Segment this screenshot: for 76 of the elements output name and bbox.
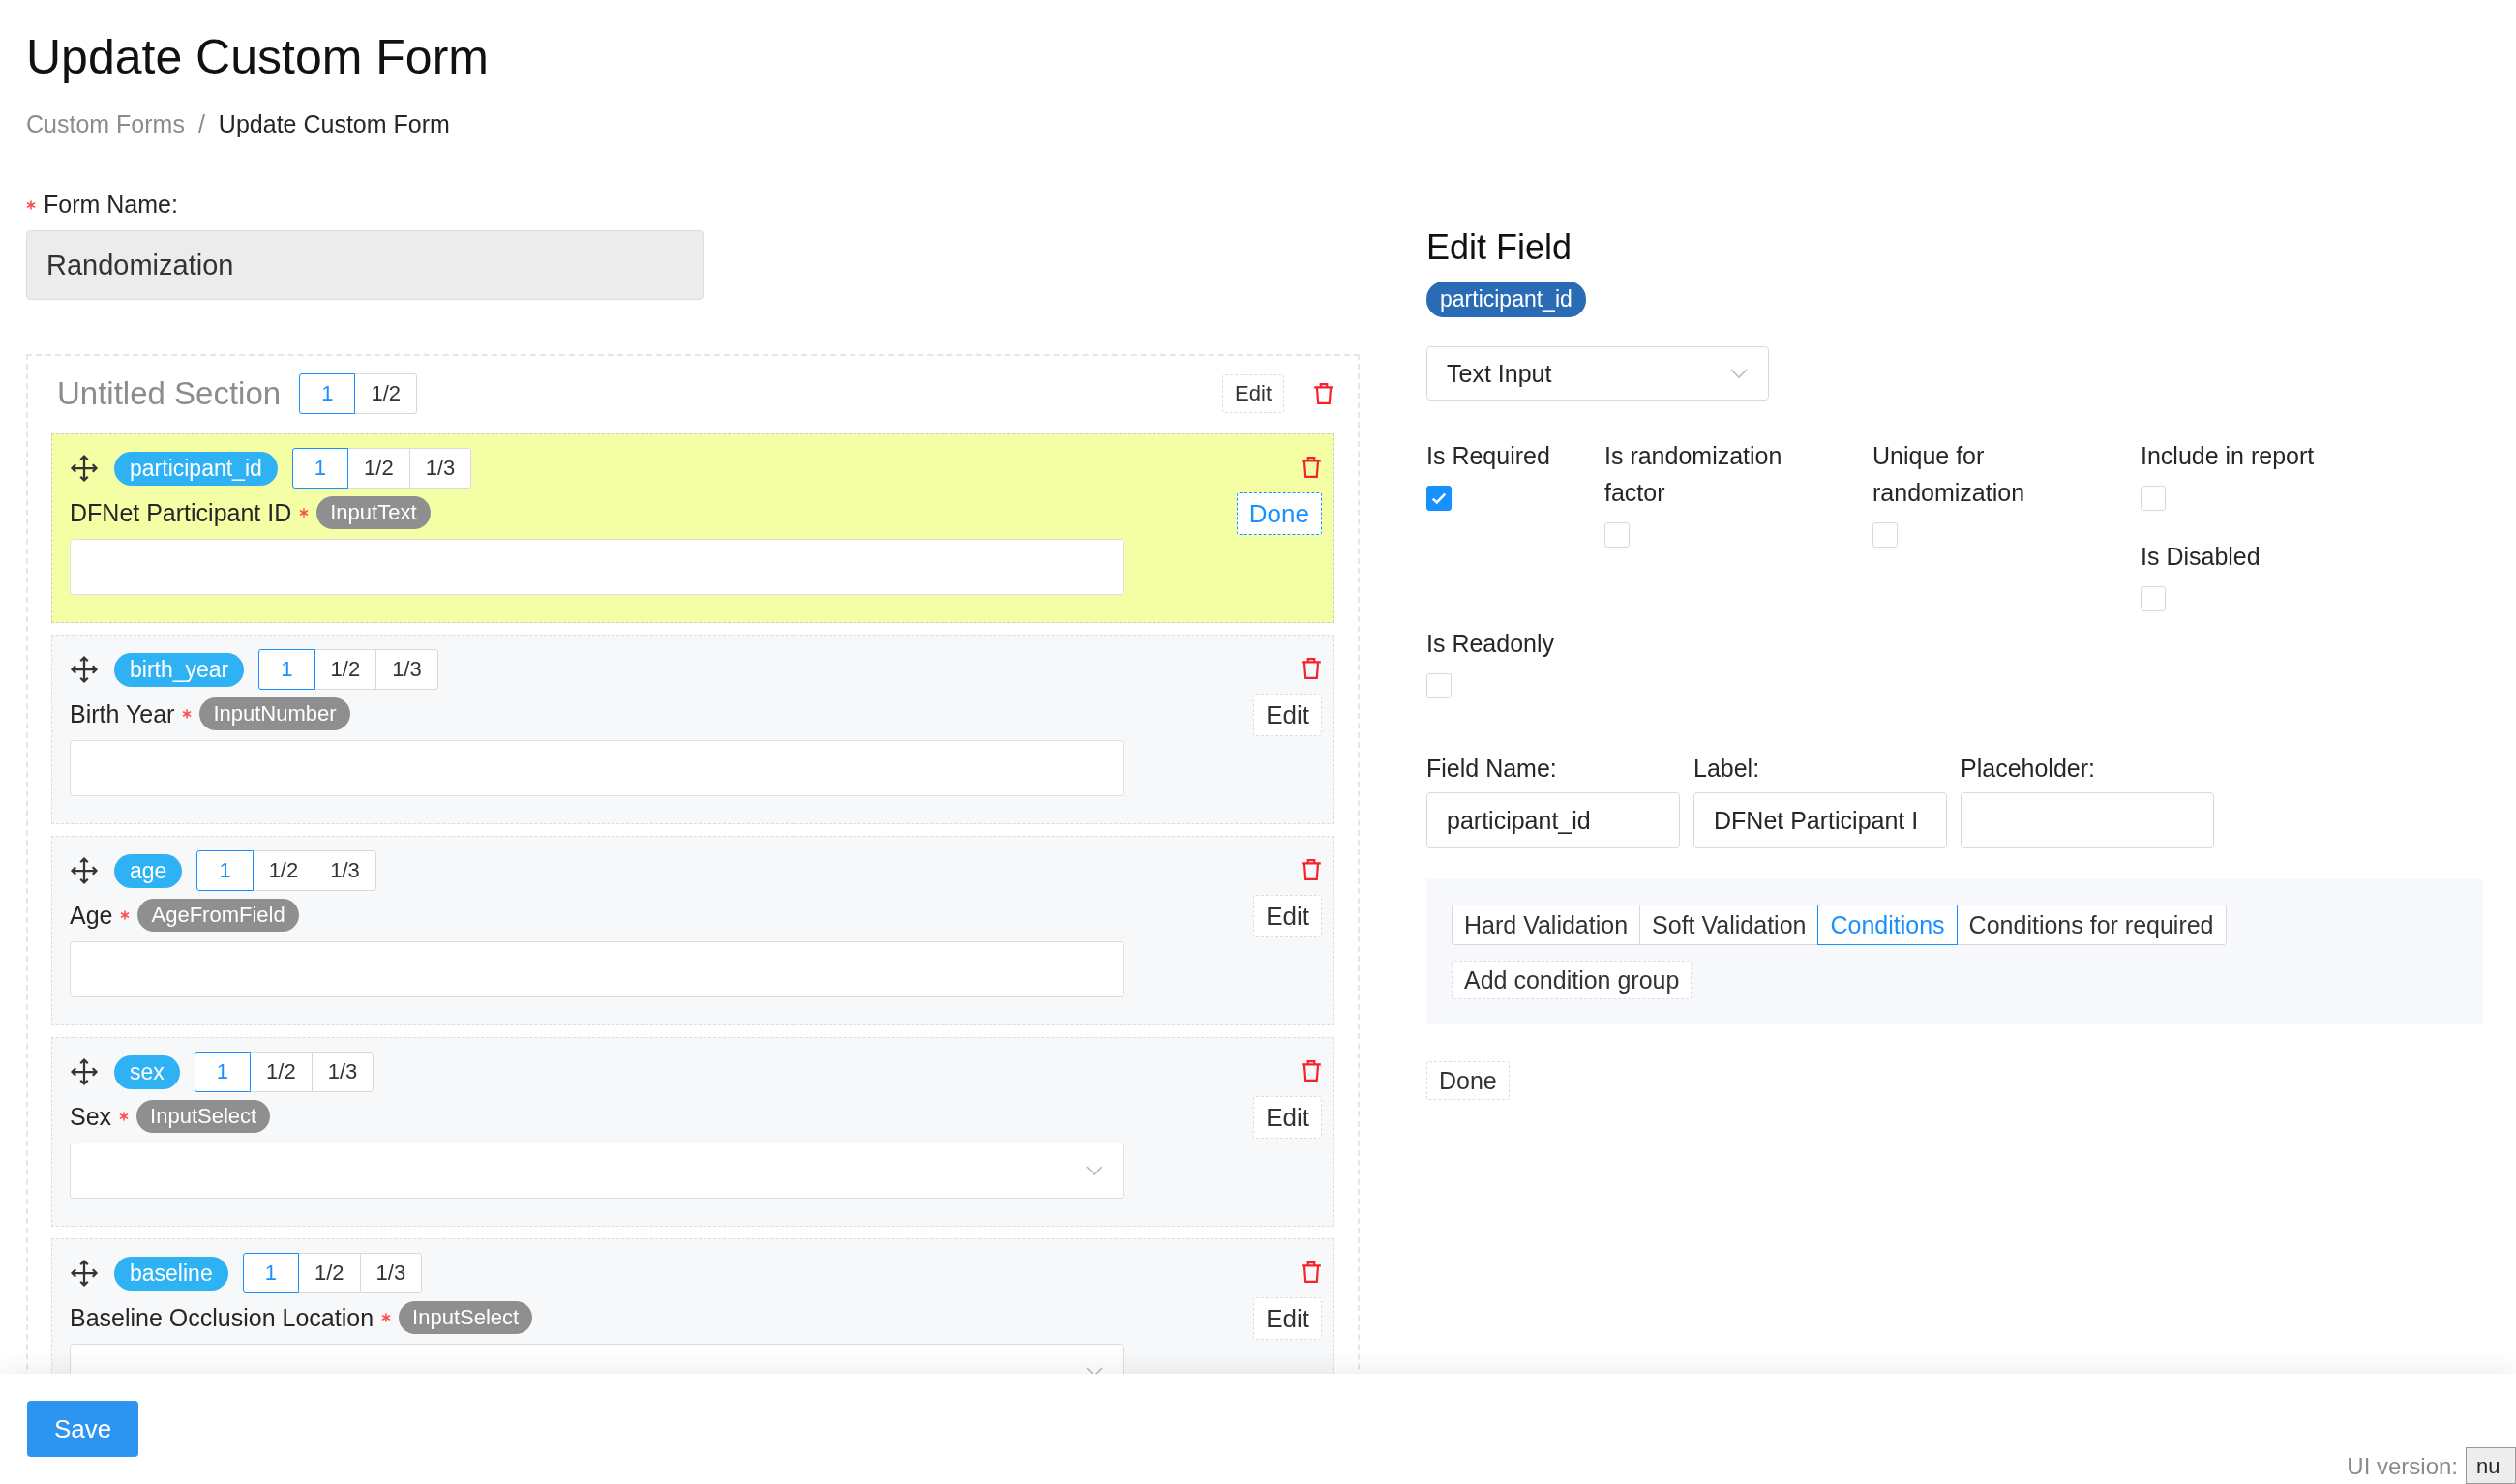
trash-icon[interactable]	[1301, 1261, 1322, 1284]
edit-button[interactable]: Edit	[1253, 1096, 1322, 1139]
move-icon[interactable]	[70, 856, 99, 885]
width-option[interactable]: 1/2	[347, 448, 410, 489]
edit-button[interactable]: Edit	[1253, 694, 1322, 736]
width-option[interactable]: 1/2	[297, 1253, 361, 1293]
add-condition-group-button[interactable]: Add condition group	[1452, 961, 1692, 999]
edit-button[interactable]: Edit	[1222, 374, 1284, 413]
field-label: Sex	[70, 1102, 112, 1131]
checkbox[interactable]	[1426, 486, 1452, 511]
input-label: Field Name:	[1426, 755, 1558, 783]
move-icon[interactable]	[70, 1057, 99, 1086]
input-field[interactable]: DFNet Participant I	[1693, 792, 1947, 848]
move-icon[interactable]	[70, 655, 99, 684]
tab[interactable]: Conditions for required	[1956, 905, 2227, 945]
width-option[interactable]: 1/3	[314, 850, 376, 891]
option-label: Is Readonly	[1426, 629, 1556, 659]
field-name-tag: participant_id	[114, 451, 278, 486]
field-name-tag: participant_id	[1426, 282, 1586, 317]
input-label: Label:	[1693, 755, 1761, 783]
option-label: Is randomization factor	[1604, 441, 1783, 508]
field-name-tag: age	[114, 853, 183, 888]
width-option[interactable]: 1/3	[359, 1253, 423, 1293]
input-field[interactable]	[70, 539, 1124, 595]
trash-icon[interactable]	[1301, 456, 1322, 479]
section-title: Untitled Section	[57, 375, 282, 412]
option-label: Unique for randomization	[1872, 441, 2026, 508]
panel-title: Edit Field	[1426, 227, 1573, 268]
input-field[interactable]: participant_id	[1426, 792, 1680, 848]
width-option[interactable]: 1/3	[375, 649, 438, 690]
field-type-tag: InputSelect	[136, 1100, 271, 1133]
width-option[interactable]: 1/2	[314, 649, 377, 690]
trash-icon[interactable]	[1301, 1059, 1322, 1083]
width-option[interactable]: 1/2	[354, 373, 417, 414]
field-type-tag: AgeFromField	[137, 899, 299, 932]
field-label: Baseline Occlusion Location	[70, 1303, 374, 1332]
field-label: DFNet Participant ID	[70, 498, 292, 527]
field-name-tag: baseline	[114, 1256, 228, 1291]
input-field[interactable]	[1961, 792, 2214, 848]
page-title: Update Custom Form	[26, 29, 490, 85]
width-option[interactable]: 1/2	[252, 850, 315, 891]
tab[interactable]: Soft Validation	[1639, 905, 1819, 945]
field-label: Age	[70, 901, 113, 930]
trash-icon[interactable]	[1313, 382, 1334, 405]
edit-button[interactable]: Edit	[1253, 1297, 1322, 1340]
input-field[interactable]	[70, 740, 1124, 796]
width-option[interactable]: 1/3	[311, 1052, 374, 1092]
input-label: Placeholder:	[1961, 755, 2096, 783]
chevron-down-icon	[1085, 1165, 1104, 1176]
select-field[interactable]	[70, 1143, 1124, 1199]
breadcrumb-separator: /	[197, 110, 205, 138]
chevron-down-icon	[1729, 368, 1749, 379]
field-type-tag: InputNumber	[199, 697, 350, 730]
input-field[interactable]	[70, 941, 1124, 997]
option-label: Is Disabled	[2141, 542, 2261, 572]
field-label: Birth Year	[70, 699, 175, 728]
type-select[interactable]: Text Input	[1426, 346, 1769, 401]
option-label: Is Required	[1426, 441, 1551, 471]
version-value: nu	[2466, 1447, 2516, 1484]
width-option[interactable]: 1/3	[408, 448, 472, 489]
form-name-input[interactable]: Randomization	[26, 230, 704, 300]
field-name-tag: birth_year	[114, 652, 245, 687]
field-type-tag: InputText	[316, 496, 431, 529]
trash-icon[interactable]	[1301, 657, 1322, 680]
width-option[interactable]: 1/2	[250, 1052, 313, 1092]
field-name-tag: sex	[114, 1054, 180, 1089]
field-type-tag: InputSelect	[399, 1301, 533, 1334]
edit-button[interactable]: Edit	[1253, 895, 1322, 937]
version-label: UI version:	[2347, 1453, 2458, 1480]
move-icon[interactable]	[70, 454, 99, 483]
trash-icon[interactable]	[1301, 858, 1322, 881]
move-icon[interactable]	[70, 1259, 99, 1288]
done-button[interactable]: Done	[1426, 1061, 1510, 1100]
option-label: Include in report	[2141, 441, 2316, 471]
tab[interactable]: Hard Validation	[1452, 905, 1641, 945]
form-name-label: Form Name:	[44, 191, 178, 219]
